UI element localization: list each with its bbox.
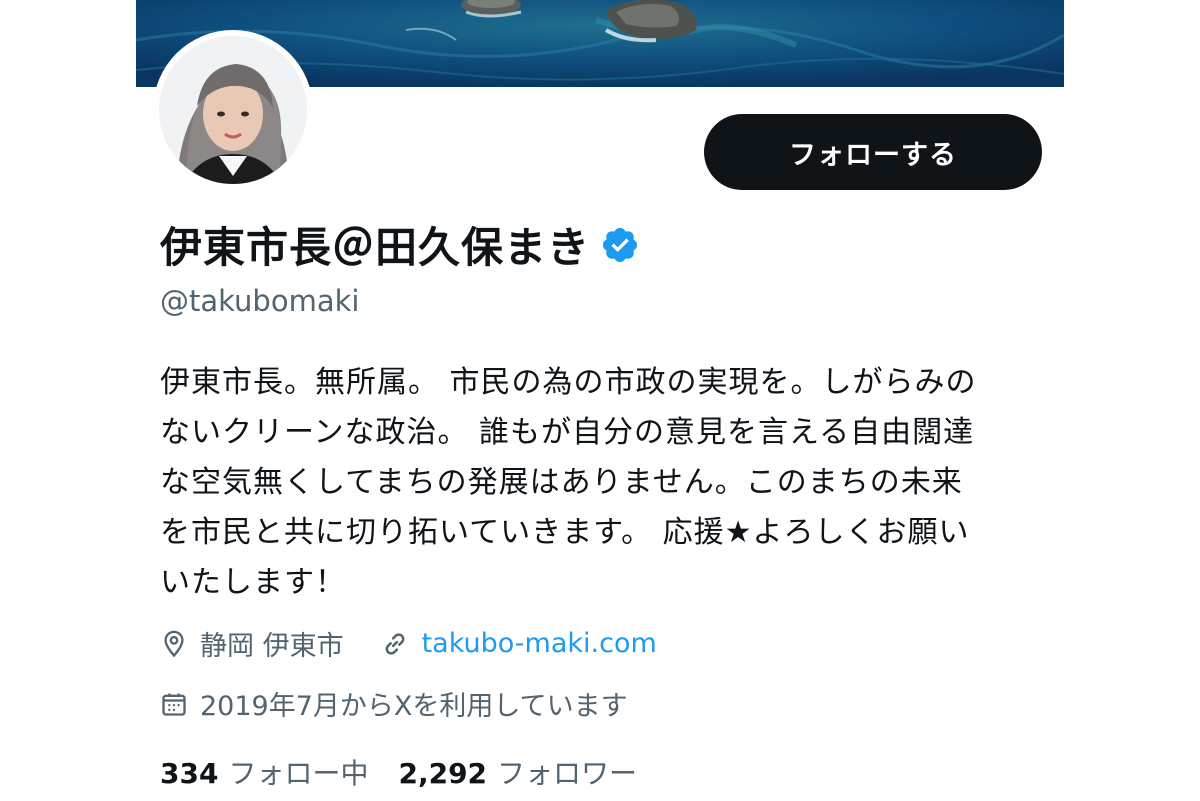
website-link[interactable]: takubo-maki.com — [422, 628, 657, 659]
joined-text: 2019年7月からXを利用しています — [200, 691, 628, 722]
profile-meta-row: 静岡 伊東市 takubo-maki.com — [160, 624, 657, 663]
location-text: 静岡 伊東市 — [200, 631, 344, 662]
profile-avatar[interactable] — [153, 30, 313, 190]
profile-bio: 伊東市長。無所属。 市民の為の市政の実現を。しがらみの ないクリーンな政治。 誰… — [160, 365, 977, 600]
follow-button[interactable]: フォローする — [704, 114, 1042, 190]
joined-row: 2019年7月からXを利用しています — [160, 684, 628, 723]
followers-count: 2,292 — [398, 757, 488, 790]
verified-badge-icon[interactable] — [600, 225, 640, 265]
profile-page: フォローする 伊東市長＠田久保まき @takubomaki 伊東市長。無所属。 … — [136, 0, 1064, 801]
following-count: 334 — [160, 757, 219, 790]
name-row: 伊東市長＠田久保まき — [160, 214, 640, 275]
calendar-icon — [162, 693, 186, 716]
user-handle: @takubomaki — [160, 284, 360, 318]
following-label: フォロー中 — [228, 757, 369, 790]
followers-stat[interactable]: 2,292 フォロワー — [398, 752, 637, 792]
followers-label: フォロワー — [497, 757, 638, 790]
website-item[interactable]: takubo-maki.com — [380, 628, 657, 659]
avatar-photo — [159, 36, 307, 184]
location-pin-icon — [164, 630, 184, 657]
joined-item: 2019年7月からXを利用しています — [160, 684, 628, 723]
location-item: 静岡 伊東市 — [160, 624, 344, 663]
follow-stats: 334 フォロー中 2,292 フォロワー — [160, 752, 667, 792]
display-name: 伊東市長＠田久保まき — [160, 223, 591, 272]
following-stat[interactable]: 334 フォロー中 — [160, 752, 368, 792]
link-icon — [385, 632, 404, 655]
